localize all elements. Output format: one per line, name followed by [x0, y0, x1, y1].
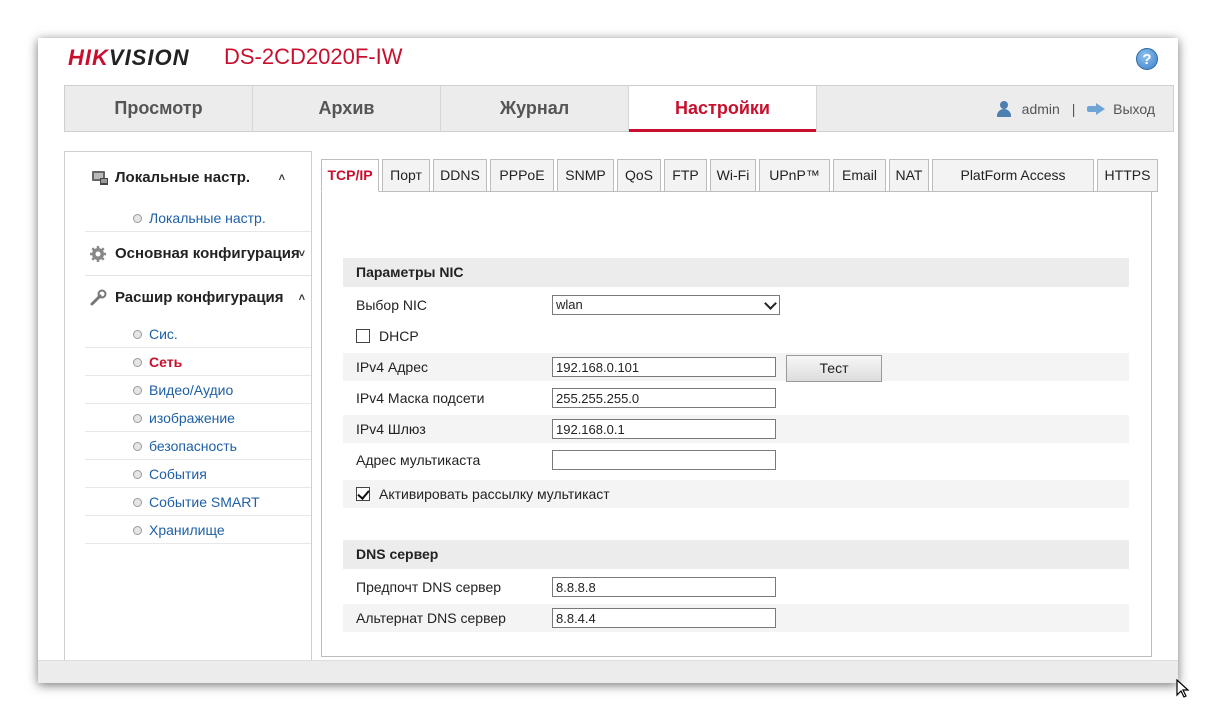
sidebar-local-label: Локальные настр.	[115, 169, 251, 186]
logo-text-hik: HIK	[68, 45, 109, 70]
tab-ddns[interactable]: DDNS	[433, 159, 487, 192]
nic-select-value: wlan	[556, 297, 583, 312]
nav-tab-archive[interactable]: Архив	[253, 86, 441, 131]
chevron-down-icon[interactable]: ˅	[299, 232, 305, 276]
logout-icon[interactable]	[1087, 103, 1106, 116]
camera-model: DS-2CD2020F-IW	[224, 44, 403, 69]
browser-window: HIKVISION DS-2CD2020F-IW ? Просмотр Архи…	[38, 38, 1178, 683]
test-button[interactable]: Тест	[786, 355, 882, 382]
dhcp-row: DHCP	[343, 322, 1129, 350]
username: admin	[1021, 100, 1060, 117]
multicast-enable-row: Активировать рассылку мультикаст	[343, 480, 1129, 508]
sidebar-item-events[interactable]: События	[85, 460, 311, 488]
alternate-dns-field[interactable]	[552, 608, 776, 628]
wrench-icon	[90, 289, 107, 306]
chevron-up-icon[interactable]: ˄	[299, 276, 305, 320]
tab-pppoe[interactable]: PPPoE	[490, 159, 554, 192]
sidebar-advanced-label: Расшир конфигурация	[115, 289, 284, 306]
nic-select-row: Выбор NIC wlan	[343, 291, 1129, 319]
ipv4-label: IPv4 Адрес	[356, 359, 428, 375]
preferred-dns-label: Предпочт DNS сервер	[356, 579, 502, 595]
preferred-dns-field[interactable]	[552, 577, 776, 597]
tab-tcpip[interactable]: TCP/IP	[321, 159, 379, 192]
nav-tab-preview[interactable]: Просмотр	[65, 86, 253, 131]
tab-upnp[interactable]: UPnP™	[759, 159, 830, 192]
sidebar-item-storage[interactable]: Хранилище	[85, 516, 311, 544]
preferred-dns-row: Предпочт DNS сервер	[343, 573, 1129, 601]
ipv4-field[interactable]	[552, 357, 776, 377]
mask-field[interactable]	[552, 388, 776, 408]
sidebar-local-config[interactable]: Локальные настр. ˄	[65, 152, 311, 204]
settings-content: TCP/IP Порт DDNS PPPoE SNMP QoS FTP Wi-F…	[321, 159, 1158, 659]
header: HIKVISION DS-2CD2020F-IW ?	[38, 38, 1178, 85]
multicast-row: Адрес мультикаста	[343, 446, 1129, 474]
dhcp-checkbox[interactable]	[356, 329, 370, 343]
sidebar-item-smart-event[interactable]: Событие SMART	[85, 488, 311, 516]
sidebar-advanced-config[interactable]: Расшир конфигурация ˄	[85, 276, 311, 320]
bottom-bar	[38, 660, 1178, 683]
tab-nat[interactable]: NAT	[889, 159, 929, 192]
gateway-field[interactable]	[552, 419, 776, 439]
sidebar-item-image[interactable]: изображение	[85, 404, 311, 432]
chevron-down-icon	[764, 297, 777, 310]
nic-select-label: Выбор NIC	[356, 297, 427, 313]
sidebar-basic-config[interactable]: Основная конфигурация ˅	[85, 232, 311, 276]
user-icon	[996, 101, 1012, 118]
tab-qos[interactable]: QoS	[617, 159, 661, 192]
tab-port[interactable]: Порт	[382, 159, 430, 192]
mouse-cursor-icon	[1176, 679, 1190, 698]
sidebar-item-system[interactable]: Сис.	[85, 320, 311, 348]
nav-tab-settings[interactable]: Настройки	[629, 86, 817, 132]
nav-tab-log[interactable]: Журнал	[441, 86, 629, 131]
chevron-up-icon[interactable]: ˄	[279, 152, 285, 204]
multicast-field[interactable]	[552, 450, 776, 470]
question-icon[interactable]: ?	[1136, 48, 1158, 70]
alternate-dns-label: Альтернат DNS сервер	[356, 610, 506, 626]
tcpip-panel: Параметры NIC Выбор NIC wlan DHCP IPv4 А…	[321, 192, 1152, 657]
dns-section-title: DNS сервер	[343, 540, 1129, 569]
gateway-label: IPv4 Шлюз	[356, 421, 426, 437]
tab-platform-access[interactable]: PlatForm Access	[932, 159, 1094, 192]
nic-select[interactable]: wlan	[552, 295, 780, 315]
monitor-icon	[92, 171, 108, 185]
tab-wifi[interactable]: Wi-Fi	[710, 159, 756, 192]
sidebar-basic-label: Основная конфигурация	[115, 245, 300, 262]
tab-https[interactable]: HTTPS	[1097, 159, 1158, 192]
user-separator: |	[1071, 100, 1076, 117]
ipv4-row: IPv4 Адрес Тест	[343, 353, 1129, 382]
mask-row: IPv4 Маска подсети	[343, 384, 1129, 412]
multicast-label: Адрес мультикаста	[356, 452, 481, 468]
alternate-dns-row: Альтернат DNS сервер	[343, 604, 1129, 632]
gear-icon	[90, 245, 106, 262]
tab-snmp[interactable]: SNMP	[557, 159, 614, 192]
logout-link[interactable]: Выход	[1113, 101, 1155, 117]
nic-section-title: Параметры NIC	[343, 258, 1129, 287]
sidebar-item-video-audio[interactable]: Видео/Аудио	[85, 376, 311, 404]
sidebar-item-security[interactable]: безопасность	[85, 432, 311, 460]
mask-label: IPv4 Маска подсети	[356, 390, 485, 406]
tab-email[interactable]: Email	[833, 159, 886, 192]
sidebar: Локальные настр. ˄ Локальные настр. Осно…	[64, 151, 312, 661]
main-nav: Просмотр Архив Журнал Настройки admin | …	[64, 85, 1174, 132]
dhcp-label: DHCP	[379, 328, 419, 344]
sidebar-item-network[interactable]: Сеть	[85, 348, 311, 376]
multicast-enable-label: Активировать рассылку мультикаст	[379, 486, 610, 502]
gateway-row: IPv4 Шлюз	[343, 415, 1129, 443]
logo-text-vision: VISION	[108, 45, 190, 70]
hikvision-logo: HIKVISION	[68, 45, 189, 71]
tab-ftp[interactable]: FTP	[664, 159, 707, 192]
multicast-enable-checkbox[interactable]	[356, 487, 370, 501]
sidebar-item-local-settings[interactable]: Локальные настр.	[85, 204, 311, 232]
user-box: admin | Выход	[996, 86, 1155, 131]
